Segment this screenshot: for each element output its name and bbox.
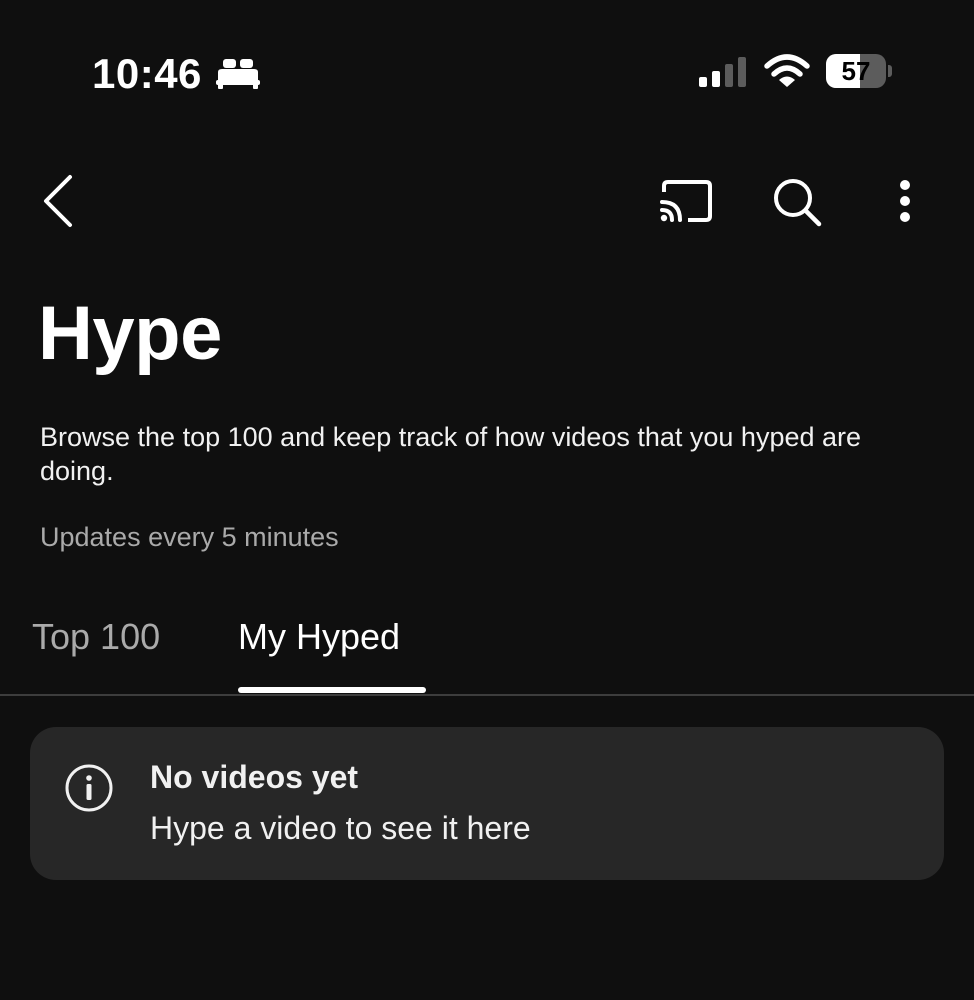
info-icon — [65, 764, 113, 812]
search-icon — [774, 179, 822, 227]
back-button[interactable] — [30, 170, 90, 232]
selected-tab-indicator — [238, 687, 426, 693]
tab-my-hyped[interactable]: My Hyped — [238, 616, 400, 658]
cast-icon — [660, 180, 712, 222]
tab-top-100[interactable]: Top 100 — [32, 616, 160, 658]
page-description: Browse the top 100 and keep track of how… — [40, 422, 862, 486]
page-title: Hype — [38, 291, 222, 376]
empty-state-message: Hype a video to see it here — [150, 810, 531, 846]
battery-body: 57 — [826, 54, 886, 88]
cast-button[interactable] — [656, 172, 718, 230]
battery-nub — [888, 65, 892, 77]
tab-bar: Top 100 My Hyped — [0, 596, 974, 696]
empty-state-title: No videos yet — [150, 759, 359, 795]
battery-level: 57 — [841, 56, 871, 86]
status-time: 10:46 — [92, 50, 202, 97]
wifi-icon — [764, 54, 810, 87]
tab-divider — [0, 694, 974, 696]
cellular-signal-icon — [699, 57, 746, 87]
bed-icon — [216, 59, 260, 89]
search-button[interactable] — [766, 172, 826, 232]
battery-indicator: 57 — [826, 54, 892, 90]
status-bar: 10:46 57 — [0, 0, 974, 140]
empty-state-card: No videos yet Hype a video to see it her… — [30, 727, 944, 880]
chevron-left-icon — [44, 175, 72, 227]
update-frequency-note: Updates every 5 minutes — [40, 522, 339, 552]
more-vertical-icon — [900, 180, 910, 222]
more-options-button[interactable] — [882, 172, 928, 230]
